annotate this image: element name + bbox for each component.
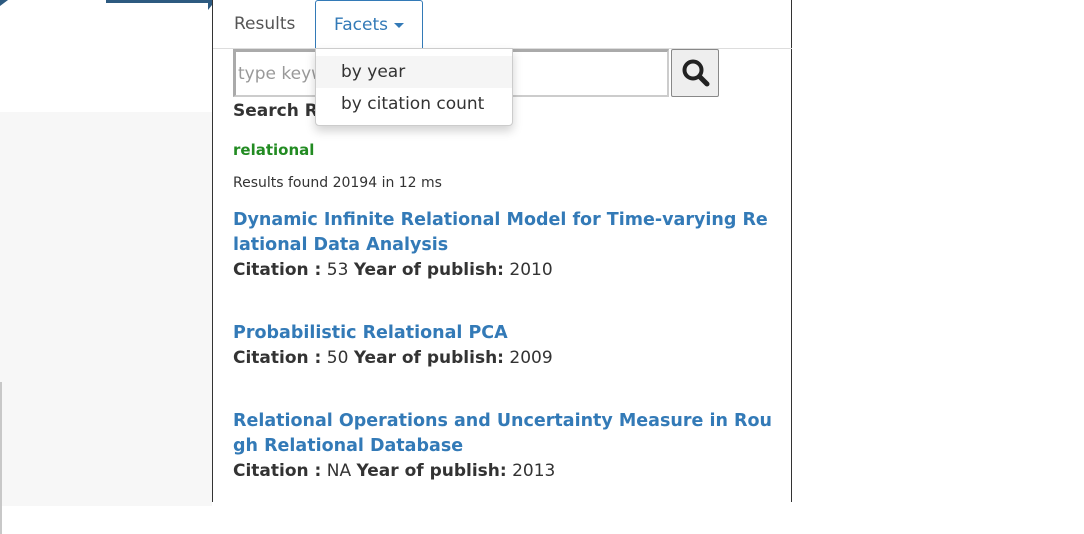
citation-value: 53 xyxy=(326,260,349,280)
tab-facets[interactable]: Facets xyxy=(315,0,423,49)
citation-label: Citation : xyxy=(233,260,322,280)
result-item: Dynamic Infinite Relational Model for Ti… xyxy=(233,208,773,283)
year-label: Year of publish: xyxy=(353,260,504,280)
year-value: 2009 xyxy=(509,348,553,368)
top-accent-bar xyxy=(106,0,212,3)
year-label: Year of publish: xyxy=(353,348,504,368)
tab-results[interactable]: Results xyxy=(234,0,295,48)
year-label: Year of publish: xyxy=(356,461,507,481)
facet-by-citation-count[interactable]: by citation count xyxy=(316,88,512,120)
result-meta: Citation : NA Year of publish: 2013 xyxy=(233,459,773,484)
result-meta: Citation : 53 Year of publish: 2010 xyxy=(233,258,773,283)
facet-by-year[interactable]: by year xyxy=(316,56,512,88)
year-value: 2013 xyxy=(512,461,556,481)
citation-value: 50 xyxy=(326,348,349,368)
citation-value: NA xyxy=(326,461,352,481)
results-summary-text: Results found 20194 in 12 ms xyxy=(233,175,442,191)
result-title-link[interactable]: Probabilistic Relational PCA xyxy=(233,321,773,346)
corner-accent xyxy=(0,0,8,6)
left-header-area xyxy=(0,0,216,110)
citation-label: Citation : xyxy=(233,348,322,368)
search-icon xyxy=(682,59,710,87)
result-meta: Citation : 50 Year of publish: 2009 xyxy=(233,346,773,371)
query-term: relational xyxy=(233,141,315,159)
citation-label: Citation : xyxy=(233,461,322,481)
results-summary: Results found 20194 in 12 ms xyxy=(233,175,442,191)
sidebar-divider xyxy=(0,382,2,534)
result-title-link[interactable]: Relational Operations and Uncertainty Me… xyxy=(233,409,773,459)
tab-facets-label: Facets xyxy=(334,15,388,35)
year-value: 2010 xyxy=(509,260,553,280)
facets-dropdown-menu: by year by citation count xyxy=(315,48,513,126)
result-title-link[interactable]: Dynamic Infinite Relational Model for Ti… xyxy=(233,208,773,258)
caret-down-icon xyxy=(393,22,404,28)
result-item: Probabilistic Relational PCA Citation : … xyxy=(233,321,773,371)
result-item: Relational Operations and Uncertainty Me… xyxy=(233,409,773,484)
search-button[interactable] xyxy=(671,49,719,97)
tab-bar: Results Facets xyxy=(213,0,792,49)
left-sidebar xyxy=(0,112,212,534)
